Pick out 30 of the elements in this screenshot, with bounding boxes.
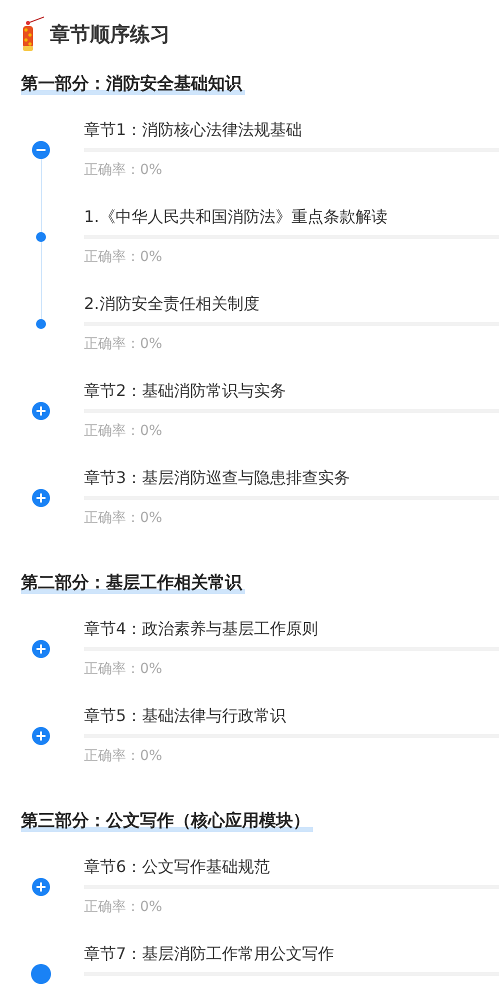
accuracy-text: 正确率：0%	[84, 422, 164, 441]
accuracy-text: 正确率：0%	[84, 747, 164, 766]
chapter-title[interactable]: 章节6：公文写作基础规范	[84, 855, 499, 879]
chapter-title[interactable]: 章节2：基础消防常识与实务	[84, 379, 499, 403]
chapter-title[interactable]: 章节1：消防核心法律法规基础	[84, 118, 499, 142]
accuracy-text: 正确率：0%	[84, 161, 164, 180]
expand-icon[interactable]	[32, 640, 50, 658]
accuracy-text: 正确率：0%	[84, 335, 164, 354]
section-heading: 第一部分：消防安全基础知识	[21, 74, 245, 95]
expand-icon[interactable]	[32, 878, 50, 896]
section-heading: 第二部分：基层工作相关常识	[21, 573, 245, 594]
accuracy-text: 正确率：0%	[84, 898, 164, 917]
expand-icon[interactable]	[32, 489, 50, 507]
accuracy-text: 正确率：0%	[84, 660, 164, 679]
accuracy-text: 正确率：0%	[84, 509, 164, 528]
dot-icon	[31, 964, 51, 984]
chapter-title[interactable]: 章节3：基层消防巡查与隐患排查实务	[84, 466, 499, 490]
chapter-title[interactable]: 章节5：基础法律与行政常识	[84, 704, 499, 728]
dot-icon	[36, 232, 46, 242]
section-title[interactable]: 1.《中华人民共和国消防法》重点条款解读	[84, 205, 499, 229]
expand-icon[interactable]	[32, 402, 50, 420]
expand-icon[interactable]	[32, 727, 50, 745]
chapter-title[interactable]: 章节4：政治素养与基层工作原则	[84, 617, 499, 641]
page-title: 章节顺序练习	[50, 20, 170, 48]
accuracy-text: 正确率：0%	[84, 248, 164, 267]
section-heading: 第三部分：公文写作（核心应用模块）	[21, 811, 313, 832]
chapter-title[interactable]: 章节7：基层消防工作常用公文写作	[84, 942, 499, 966]
dot-icon	[36, 319, 46, 329]
section-title[interactable]: 2.消防安全责任相关制度	[84, 292, 499, 316]
collapse-icon[interactable]	[32, 141, 50, 159]
